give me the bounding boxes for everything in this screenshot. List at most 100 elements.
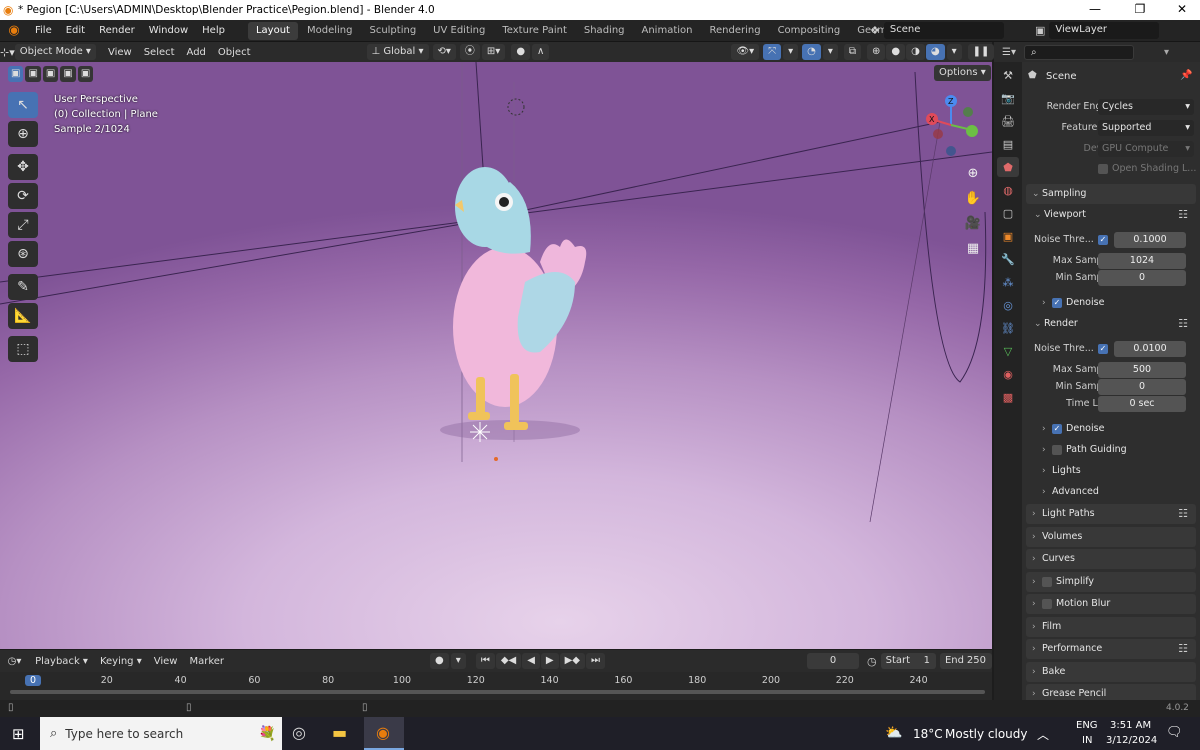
pause-render-icon[interactable]: ❚❚ xyxy=(967,44,995,60)
presets-icon[interactable]: ☷ xyxy=(1178,504,1188,524)
collection-tab-icon[interactable]: ▢ xyxy=(997,203,1019,223)
clock-date[interactable]: 3/12/2024 xyxy=(1106,735,1157,746)
menu-select[interactable]: Select xyxy=(138,47,181,58)
snap-target-icon[interactable]: ⊞▾ xyxy=(481,44,506,60)
options-dropdown[interactable]: Options ▾ xyxy=(934,65,991,81)
maximize-button[interactable]: ❐ xyxy=(1120,2,1160,16)
annotate-icon[interactable]: ✎ xyxy=(8,274,38,300)
shading-dropdown-icon[interactable]: ▾ xyxy=(946,44,962,60)
shading-material-icon[interactable]: ◑ xyxy=(906,44,925,60)
proportional-edit-icon[interactable]: ● xyxy=(511,44,531,60)
presets-icon[interactable]: ☷ xyxy=(1178,205,1188,225)
menu-file[interactable]: File xyxy=(28,25,59,36)
presets-icon[interactable]: ☷ xyxy=(1178,314,1188,334)
modifier-tab-icon[interactable]: 🔧 xyxy=(997,249,1019,269)
device-dropdown[interactable]: GPU Compute ▾ xyxy=(1098,141,1194,157)
transform-orientation-dropdown[interactable]: ⊥ Global ▾ xyxy=(366,44,429,60)
timeline-view-menu[interactable]: View xyxy=(148,656,184,667)
minimize-button[interactable]: — xyxy=(1075,2,1115,16)
gizmo-dropdown-icon[interactable]: ▾ xyxy=(783,44,799,60)
camera-view-icon[interactable]: 🎥 xyxy=(962,212,984,234)
select-intersect-icon[interactable]: ▣ xyxy=(77,66,94,82)
tab-shading[interactable]: Shading xyxy=(576,22,633,40)
grease-pencil-panel[interactable]: › Grease Pencil xyxy=(1026,684,1196,700)
vp-min-samples-field[interactable]: 0 xyxy=(1098,270,1186,286)
constraints-tab-icon[interactable]: ⛓ xyxy=(997,318,1019,338)
weather-label[interactable]: Mostly cloudy xyxy=(945,727,1028,741)
vp-noise-field[interactable]: 0.1000 xyxy=(1114,232,1186,248)
menu-window[interactable]: Window xyxy=(142,25,195,36)
vp-max-samples-field[interactable]: 1024 xyxy=(1098,253,1186,269)
current-frame-field[interactable]: 0 xyxy=(807,653,860,669)
transform-icon[interactable]: ⊛ xyxy=(8,241,38,267)
path-guiding-subpanel[interactable]: › Path Guiding xyxy=(1042,440,1200,460)
falloff-icon[interactable]: ∧ xyxy=(532,44,550,60)
shading-solid-icon[interactable]: ● xyxy=(886,44,906,60)
measure-icon[interactable]: 📐 xyxy=(8,303,38,329)
overlay-toggle-icon[interactable]: ◔ xyxy=(802,44,821,60)
tab-modeling[interactable]: Modeling xyxy=(299,22,361,40)
move-icon[interactable]: ✥ xyxy=(8,154,38,180)
jump-end-icon[interactable]: ⏭ xyxy=(586,653,605,669)
scene-selector[interactable]: ❖ Scene xyxy=(870,22,1004,39)
xray-icon[interactable]: ⧉ xyxy=(843,44,862,60)
light-paths-panel[interactable]: › Light Paths ☷ xyxy=(1026,504,1196,524)
r-min-samples-field[interactable]: 0 xyxy=(1098,379,1186,395)
tab-sculpting[interactable]: Sculpting xyxy=(361,22,424,40)
timeline-ruler[interactable]: 0 20 40 60 80 100 120 140 160 180 200 220 240 xyxy=(0,672,992,702)
gizmo-toggle-icon[interactable]: ⤧ xyxy=(763,44,782,60)
menu-help[interactable]: Help xyxy=(195,25,232,36)
notification-icon[interactable]: 🗨 xyxy=(1166,725,1183,740)
advanced-subpanel[interactable]: › Advanced xyxy=(1042,482,1200,502)
film-panel[interactable]: › Film xyxy=(1026,617,1196,637)
render-tab-icon[interactable]: 📷 xyxy=(997,88,1019,108)
snap-icon[interactable]: ⦿ xyxy=(459,44,480,60)
properties-search-field[interactable]: ⌕ xyxy=(1024,44,1134,60)
tab-animation[interactable]: Animation xyxy=(634,22,701,40)
texture-tab-icon[interactable]: ▩ xyxy=(997,387,1019,407)
simplify-panel[interactable]: › Simplify xyxy=(1026,572,1196,592)
3d-viewport[interactable]: User Perspective (0) Collection | Plane … xyxy=(0,62,992,649)
timeline-scrollbar[interactable] xyxy=(10,690,985,694)
world-tab-icon[interactable]: ◍ xyxy=(997,180,1019,200)
pivot-point-icon[interactable]: ⟲▾ xyxy=(432,44,456,60)
chrome-icon[interactable]: ◎ xyxy=(292,723,306,742)
timeline-editor-icon[interactable]: ◷▾ xyxy=(0,656,29,667)
render-subpanel-header[interactable]: ⌄ Render ☷ xyxy=(1034,314,1196,334)
start-frame-field[interactable]: Start 1 xyxy=(880,653,936,669)
r-noise-field[interactable]: 0.0100 xyxy=(1114,341,1186,357)
add-cube-icon[interactable]: ⬚ xyxy=(8,336,38,362)
sampling-panel-header[interactable]: ⌄ Sampling xyxy=(1026,184,1196,204)
navigation-gizmo[interactable]: Z X xyxy=(918,92,984,158)
curves-panel[interactable]: › Curves xyxy=(1026,549,1196,569)
tool-tab-icon[interactable]: ⚒ xyxy=(997,65,1019,85)
select-box-icon[interactable]: ↖ xyxy=(8,92,38,118)
data-tab-icon[interactable]: ▽ xyxy=(997,341,1019,361)
perspective-toggle-icon[interactable]: ▦ xyxy=(962,237,984,259)
menu-add[interactable]: Add xyxy=(181,47,212,58)
viewport-subpanel-header[interactable]: ⌄ Viewport ☷ xyxy=(1034,205,1196,225)
properties-options-icon[interactable]: ▾ xyxy=(1164,47,1169,58)
play-reverse-icon[interactable]: ◀ xyxy=(522,653,540,669)
cursor-icon[interactable]: ⊕ xyxy=(8,121,38,147)
overlay-dropdown-icon[interactable]: ▾ xyxy=(822,44,838,60)
physics-tab-icon[interactable]: ◎ xyxy=(997,295,1019,315)
menu-view[interactable]: View xyxy=(102,47,138,58)
jump-start-icon[interactable]: ⏮ xyxy=(475,653,495,669)
marker-menu[interactable]: Marker xyxy=(183,656,230,667)
select-invert-icon[interactable]: ▣ xyxy=(60,66,76,82)
vp-noise-checkbox[interactable]: ✓ xyxy=(1098,235,1108,245)
play-icon[interactable]: ▶ xyxy=(540,653,559,669)
blender-taskbar-button[interactable]: ◉ xyxy=(364,717,404,750)
view-layer-selector[interactable]: ▣ ViewLayer xyxy=(1035,22,1160,39)
select-new-icon[interactable]: ▣ xyxy=(8,66,24,82)
keying-menu[interactable]: Keying ▾ xyxy=(94,656,148,667)
scene-tab-icon[interactable]: ⬟ xyxy=(997,157,1019,177)
vp-denoise-subpanel[interactable]: › ✓ Denoise xyxy=(1042,293,1200,313)
menu-object[interactable]: Object xyxy=(212,47,257,58)
playback-menu[interactable]: Playback ▾ xyxy=(29,656,94,667)
taskbar-search[interactable]: ⌕ Type here to search 💐 xyxy=(40,717,282,750)
end-frame-field[interactable]: End 250 xyxy=(939,653,992,669)
tab-texture-paint[interactable]: Texture Paint xyxy=(494,22,575,40)
windows-start-icon[interactable]: ⊞ xyxy=(12,725,25,743)
